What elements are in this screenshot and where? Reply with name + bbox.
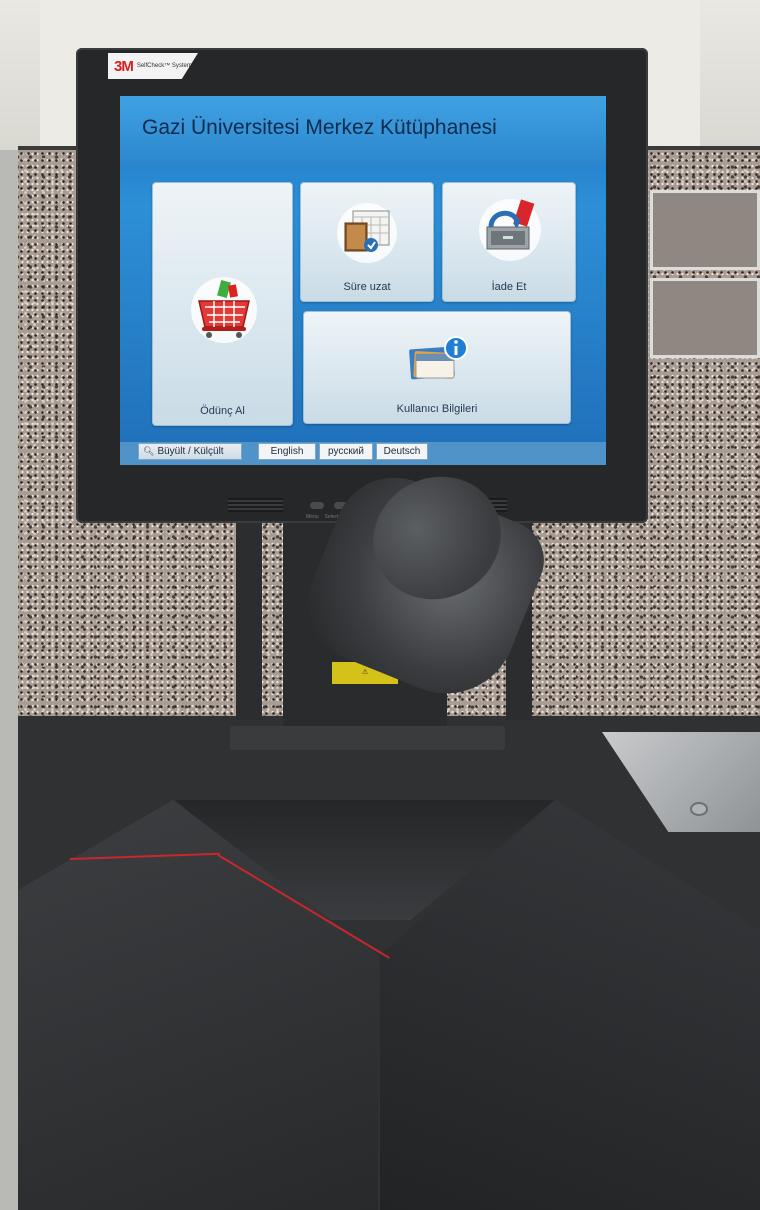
user-info-tile[interactable]: Kullanıcı Bilgileri <box>303 311 571 424</box>
shopping-basket-icon <box>191 277 257 343</box>
magnifier-icon: 🔍︎ <box>143 446 155 456</box>
screw-icon <box>690 802 708 816</box>
wall-tile <box>650 278 760 358</box>
zoom-button[interactable]: 🔍︎ Büyült / Külçült <box>138 443 242 460</box>
stand-post <box>236 520 262 720</box>
speaker-vent <box>228 498 283 512</box>
language-label: Deutsch <box>383 446 421 457</box>
logo-subtitle: SelfCheck™ System <box>136 62 192 69</box>
language-label: русский <box>328 446 364 457</box>
page-title: Gazi Üniversitesi Merkez Kütüphanesi <box>142 116 497 139</box>
touch-screen: Gazi Üniversitesi Merkez Kütüphanesi Ödü… <box>120 96 606 465</box>
renew-tile[interactable]: Süre uzat <box>300 182 434 302</box>
stand-base <box>230 726 505 750</box>
language-russian-button[interactable]: русский <box>319 443 373 460</box>
borrow-label: Ödünç Al <box>200 405 245 417</box>
zoom-label: Büyült / Külçült <box>157 446 224 457</box>
language-english-button[interactable]: English <box>258 443 316 460</box>
return-label: İade Et <box>491 281 527 293</box>
language-label: English <box>270 446 304 457</box>
menu-button[interactable] <box>310 502 324 509</box>
screen-header: Gazi Üniversitesi Merkez Kütüphanesi <box>120 96 606 166</box>
logo-mark: 3M <box>114 57 134 75</box>
borrow-tile[interactable]: Ödünç Al <box>152 182 293 426</box>
user-info-icon <box>409 336 468 380</box>
return-tile[interactable]: İade Et <box>442 182 576 302</box>
wall-tile <box>650 190 760 270</box>
menu-caption: Menu <box>306 514 319 520</box>
monitor-button-captions: Menu Select <box>306 514 338 520</box>
calendar-book-icon <box>337 203 397 263</box>
language-german-button[interactable]: Deutsch <box>376 443 428 460</box>
user-info-label: Kullanıcı Bilgileri <box>396 403 478 415</box>
return-drawer-icon <box>479 199 541 261</box>
renew-label: Süre uzat <box>343 281 391 293</box>
